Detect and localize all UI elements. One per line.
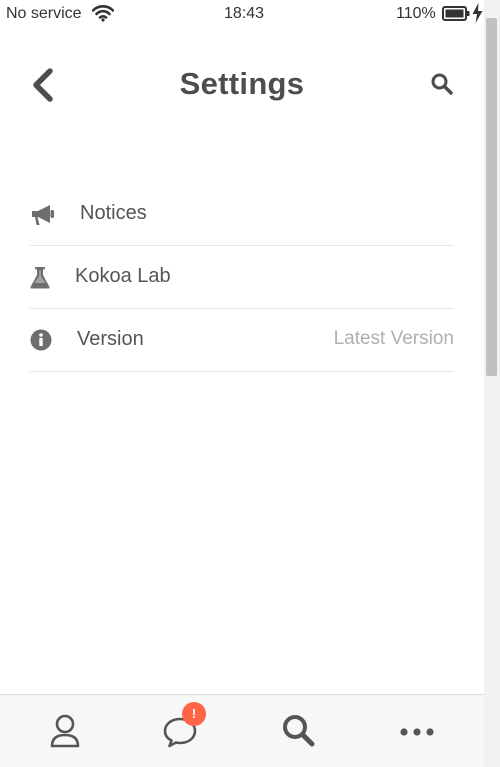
megaphone-icon [30, 203, 54, 227]
tab-search[interactable] [281, 713, 317, 749]
carrier-label: No service [6, 5, 82, 22]
tab-more[interactable] [399, 713, 435, 749]
settings-item-label: Notices [80, 202, 147, 224]
search-icon [431, 73, 453, 95]
scrollbar-track[interactable] [484, 0, 500, 767]
header-search-button[interactable] [430, 72, 454, 96]
chats-notification-badge: ! [182, 702, 206, 726]
version-value: Latest Version [333, 328, 454, 349]
settings-item-label: Version [77, 328, 144, 350]
header: Settings [0, 50, 484, 120]
page-title: Settings [179, 66, 305, 101]
status-bar: No service 18:43 110% [0, 0, 484, 28]
settings-item-label: Kokoa Lab [75, 265, 171, 287]
person-icon [50, 714, 80, 748]
settings-list: Notices Kokoa Lab Version Latest Version [30, 183, 454, 372]
scrollbar-thumb[interactable] [486, 18, 497, 376]
settings-screen: No service 18:43 110% Settings Notices K… [0, 0, 500, 767]
flask-icon [30, 266, 54, 290]
search-icon [283, 715, 315, 747]
tab-bar [0, 694, 484, 767]
info-icon [30, 329, 54, 353]
settings-item-kokoa-lab[interactable]: Kokoa Lab [30, 246, 454, 309]
settings-item-notices[interactable]: Notices [30, 183, 454, 246]
battery-icon [442, 6, 470, 26]
wifi-icon [91, 4, 115, 27]
tab-profile[interactable] [47, 713, 83, 749]
clock: 18:43 [224, 5, 265, 22]
battery-percent: 110% [396, 5, 436, 22]
charging-icon [472, 3, 483, 28]
more-icon [400, 728, 434, 736]
settings-item-version[interactable]: Version Latest Version [30, 309, 454, 372]
